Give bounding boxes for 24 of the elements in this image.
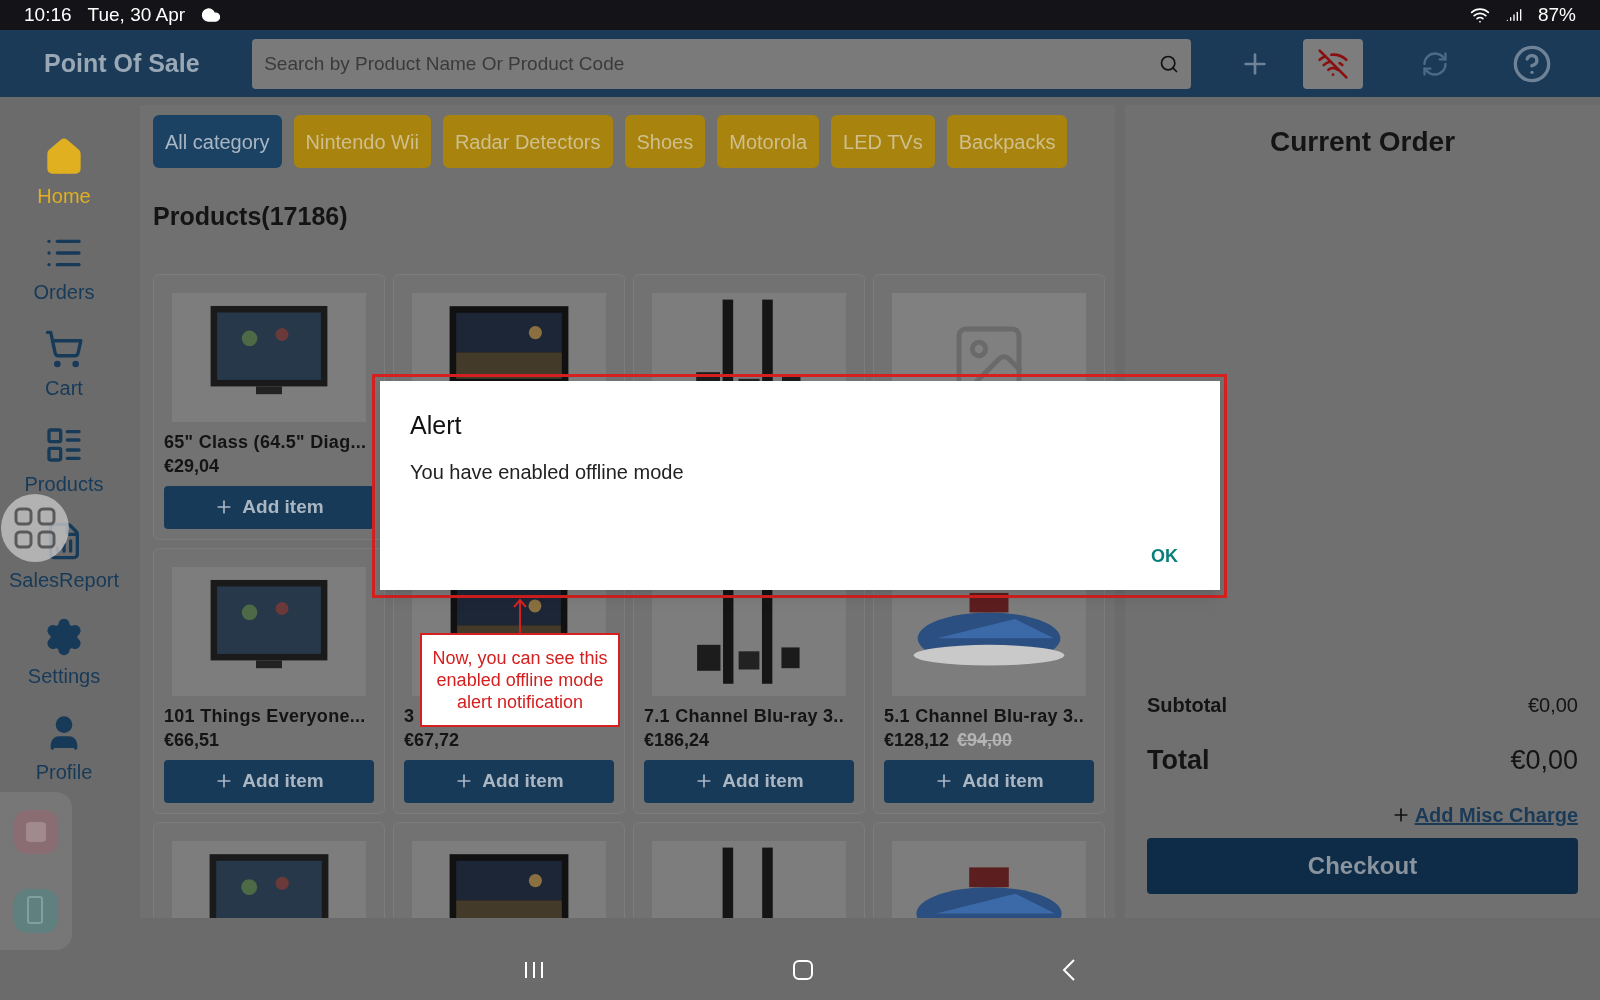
product-price: €29,04 xyxy=(164,455,220,479)
product-title: 3 xyxy=(404,705,416,729)
product-price: €66,51 xyxy=(164,729,220,753)
products-heading: Products(17186) xyxy=(153,201,349,232)
status-time: 10:16 xyxy=(24,2,72,27)
dialog-message: You have enabled offline mode xyxy=(410,459,685,485)
subtotal-value: €0,00 xyxy=(1527,692,1578,718)
dialog-title: Alert xyxy=(410,410,463,441)
subtotal-label: Subtotal xyxy=(1147,692,1227,718)
product-title: 101 Things Everyone... xyxy=(164,705,367,729)
status-date: Tue, 30 Apr xyxy=(87,2,186,27)
app-title: Point Of Sale xyxy=(44,47,201,79)
product-title: 5.1 Channel Blu-ray 3.. xyxy=(884,705,1085,729)
product-title: 7.1 Channel Blu-ray 3.. xyxy=(644,705,845,729)
battery-level: 87% xyxy=(1537,2,1576,27)
product-price: €186,24 xyxy=(644,729,710,753)
total-value: €0,00 xyxy=(1510,743,1578,777)
old-price: €94,00 xyxy=(957,729,1013,753)
total-label: Total xyxy=(1147,743,1210,777)
product-title: 65" Class (64.5" Diag... xyxy=(164,431,368,455)
product-price: €128,12 xyxy=(884,729,950,753)
callout-note: Now, you can see this enabled offline mode alert notification xyxy=(420,633,620,727)
order-title: Current Order xyxy=(1268,125,1457,159)
product-price: €67,72 xyxy=(404,729,460,753)
